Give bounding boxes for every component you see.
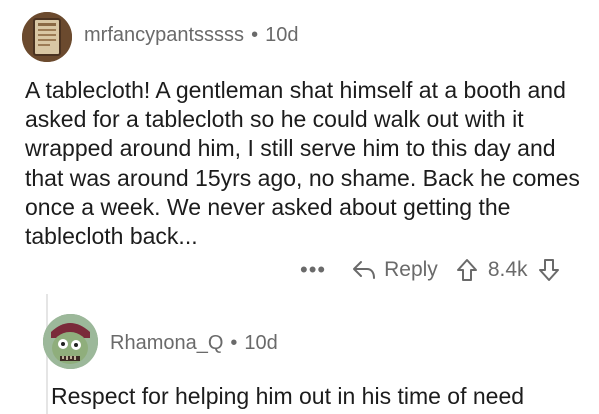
reply-icon: [353, 261, 376, 279]
comment-actions: ••• Reply 8.4k: [300, 254, 560, 286]
comment-meta: mrfancypantsssss • 10d: [84, 24, 298, 47]
reply-timestamp: 10d: [244, 332, 278, 354]
timestamp: 10d: [265, 24, 299, 46]
meta-separator: •: [251, 24, 259, 46]
reply-label: Reply: [384, 258, 438, 281]
downvote-icon[interactable]: [538, 258, 560, 282]
username[interactable]: mrfancypantsssss: [84, 24, 244, 46]
zombie-avatar-image: [43, 314, 98, 369]
reply-username[interactable]: Rhamona_Q: [110, 332, 223, 354]
reply-meta-separator: •: [230, 332, 238, 354]
reply-meta: Rhamona_Q • 10d: [110, 332, 278, 355]
vote-count: 8.4k: [487, 258, 528, 281]
avatar-image: [22, 12, 72, 62]
vote-controls: 8.4k: [456, 258, 560, 282]
reply-button[interactable]: Reply: [352, 258, 438, 282]
reply-avatar[interactable]: [43, 314, 98, 369]
avatar[interactable]: [22, 12, 72, 62]
upvote-icon[interactable]: [456, 258, 478, 282]
more-options-button[interactable]: •••: [300, 259, 326, 281]
reply-body: Respect for helping him out in his time …: [51, 383, 525, 409]
comment-body: A tablecloth! A gentleman shat himself a…: [25, 77, 580, 250]
